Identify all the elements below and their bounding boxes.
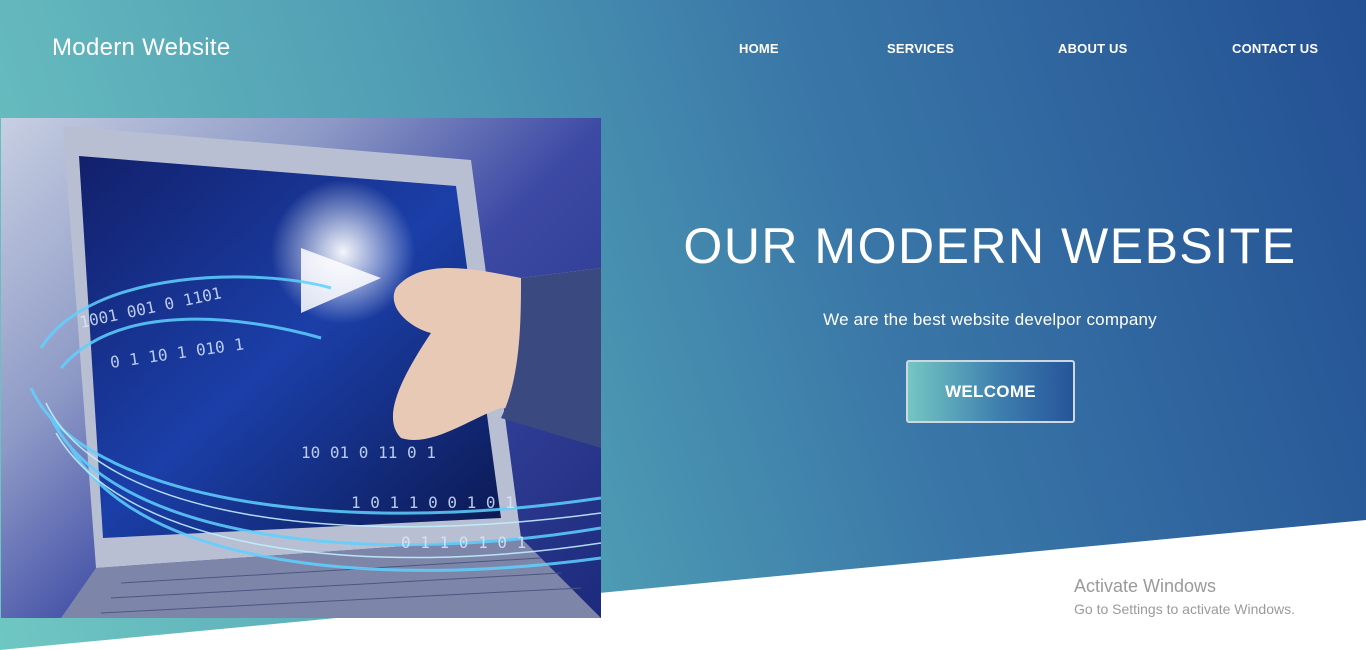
main-nav: HOME SERVICES ABOUT US CONTACT US <box>0 41 1366 61</box>
svg-text:10 01 0 11 0 1: 10 01 0 11 0 1 <box>301 443 436 462</box>
hero-subtitle: We are the best website develpor company <box>823 310 1157 329</box>
laptop-illustration: 1001 001 0 1101 0 1 10 1 010 1 10 01 0 1… <box>29 126 601 618</box>
nav-contact-link[interactable]: CONTACT US <box>1232 41 1318 56</box>
nav-services-link[interactable]: SERVICES <box>887 41 954 56</box>
hero-title: OUR MODERN WEBSITE <box>683 218 1297 274</box>
nav-home-link[interactable]: HOME <box>739 41 779 56</box>
svg-text:1 0 1 1 0 0 1 0 1: 1 0 1 1 0 0 1 0 1 <box>351 493 515 512</box>
activate-windows-hint: Go to Settings to activate Windows. <box>1074 601 1295 617</box>
nav-about-link[interactable]: ABOUT US <box>1058 41 1128 56</box>
svg-text:0 1 1 0 1 0 1: 0 1 1 0 1 0 1 <box>401 533 526 552</box>
activate-windows-title: Activate Windows <box>1074 576 1217 596</box>
activate-windows-watermark: Activate Windows Go to Settings to activ… <box>1074 576 1295 617</box>
hero-image: 1001 001 0 1101 0 1 10 1 010 1 10 01 0 1… <box>1 118 601 618</box>
welcome-button[interactable]: WELCOME <box>906 360 1075 423</box>
